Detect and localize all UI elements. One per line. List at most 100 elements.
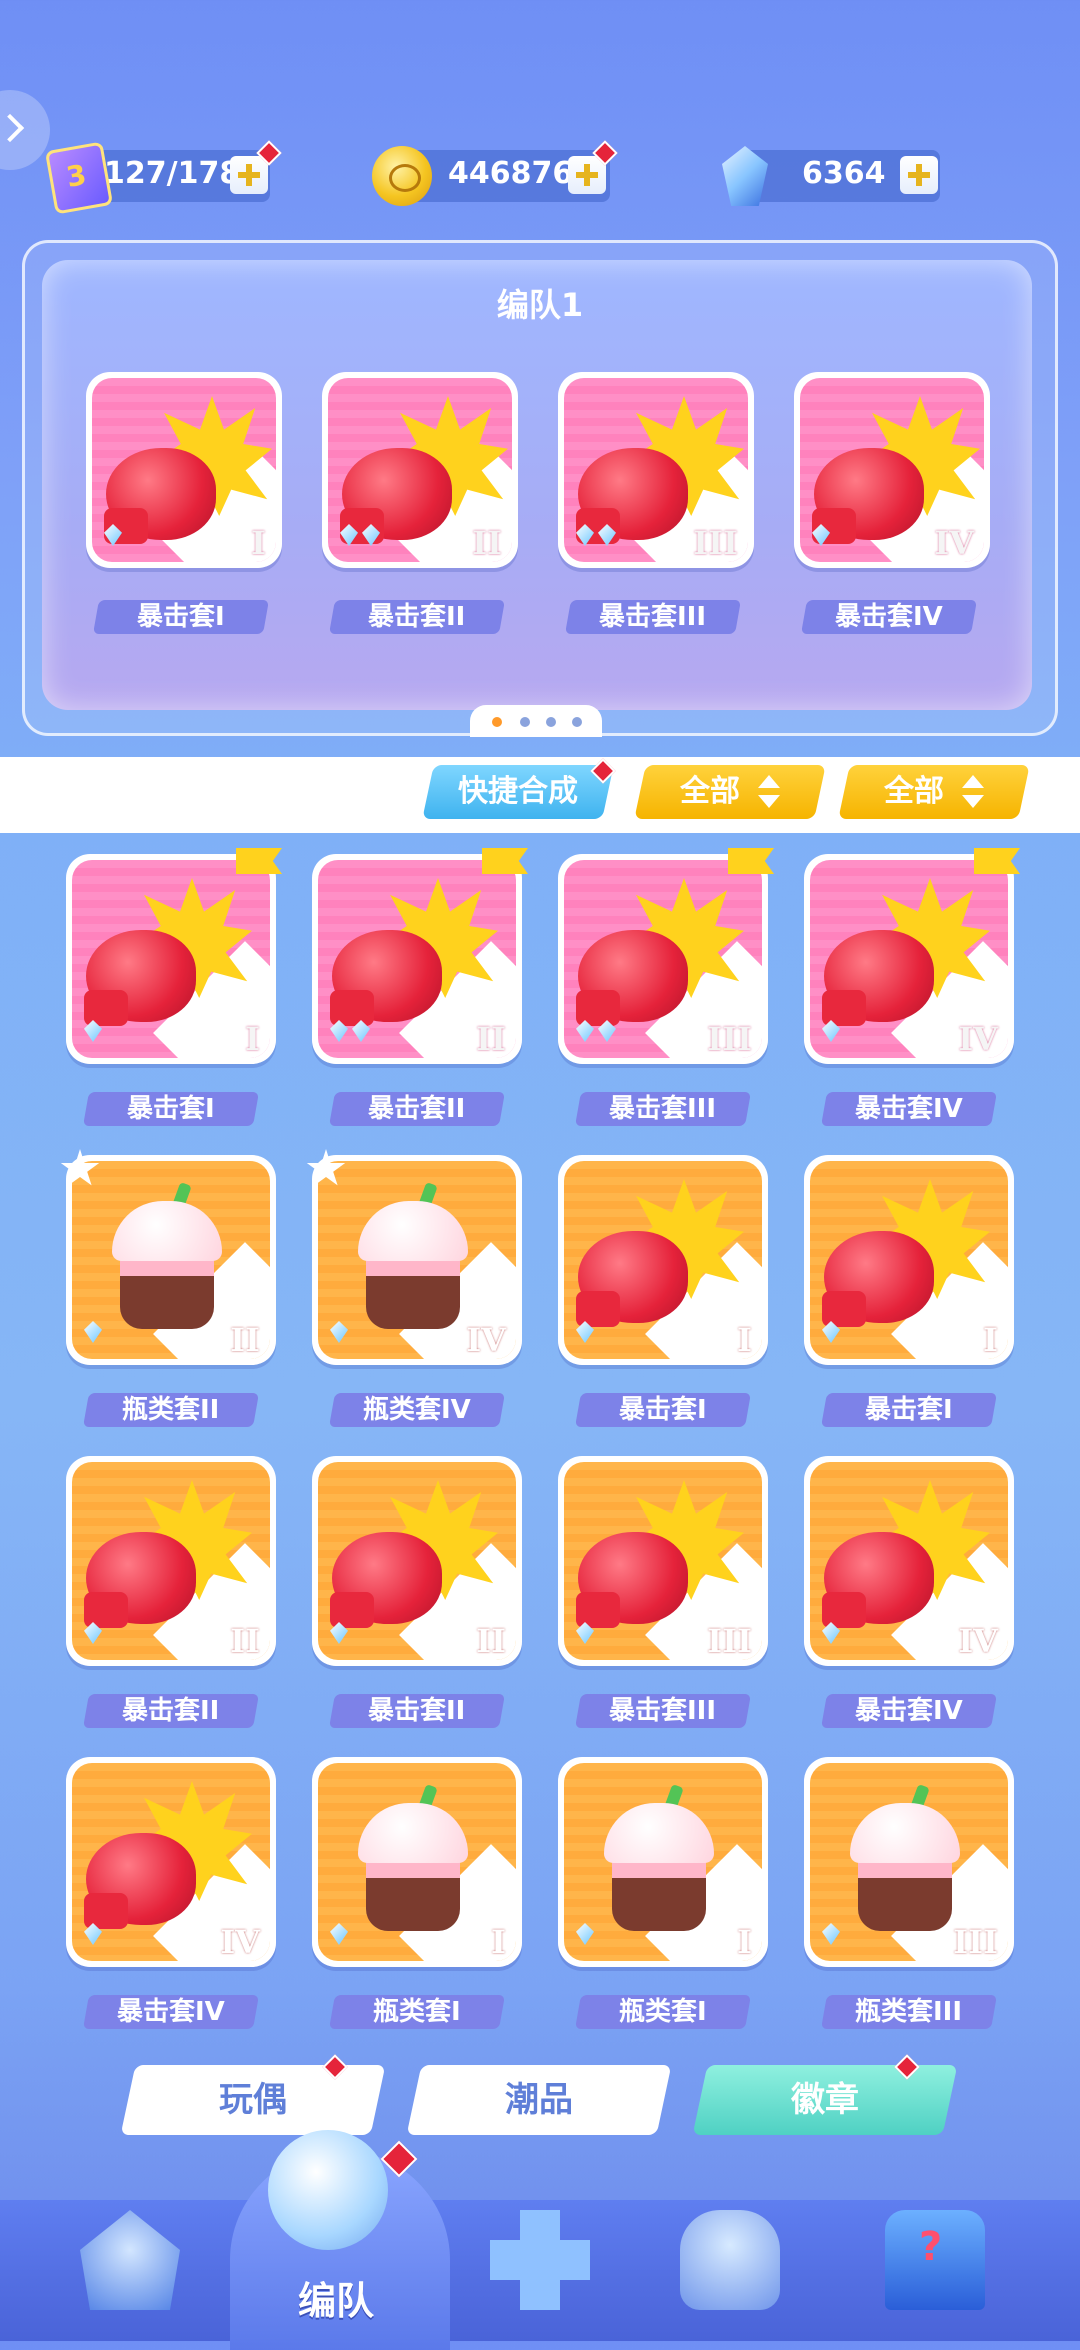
page-dot-4[interactable] xyxy=(572,717,582,727)
boxing-glove-icon xyxy=(822,1231,934,1327)
filter-2-label: 全部 xyxy=(884,774,944,809)
gold-value: 446876 xyxy=(448,156,574,191)
page-dot-2[interactable] xyxy=(520,717,530,727)
inventory-item-card[interactable]: IV xyxy=(66,1757,276,1967)
tier-numeral: IV xyxy=(220,1923,260,1961)
item-label-text: 暴击套III xyxy=(599,602,707,632)
stamina-ticket-icon: 3 xyxy=(44,141,114,215)
team-slot-card[interactable]: II xyxy=(322,372,518,568)
item-label: 暴击套III xyxy=(575,1092,751,1126)
tab-trendy[interactable]: 潮品 xyxy=(406,2065,672,2135)
tier-numeral: I xyxy=(251,524,266,562)
tier-numeral: II xyxy=(230,1321,260,1359)
filter-select-1[interactable]: 全部 xyxy=(634,765,826,819)
gem-icon xyxy=(576,1923,594,1945)
item-label: 暴击套IV xyxy=(83,1995,259,2029)
boxing-glove-icon xyxy=(822,1532,934,1628)
gem-icon xyxy=(84,1321,102,1343)
inventory-item-card[interactable]: III xyxy=(558,1456,768,1666)
inventory-item-card[interactable]: II xyxy=(66,1456,276,1666)
boxing-glove-icon xyxy=(340,448,452,544)
item-label: 暴击套I xyxy=(821,1393,997,1427)
inventory-item-card[interactable]: II xyxy=(312,848,528,1064)
card-background xyxy=(810,1161,1008,1359)
inventory-item-card[interactable]: IV xyxy=(306,1149,522,1365)
item-label-text: 暴击套II xyxy=(368,1696,466,1726)
page-dot-3[interactable] xyxy=(546,717,556,727)
item-label: 暴击套I xyxy=(83,1092,259,1126)
item-label: 暴击套III xyxy=(575,1694,751,1728)
gold-coin-icon xyxy=(372,146,432,206)
gem-icon xyxy=(330,1923,348,1945)
gem-icon xyxy=(822,1923,840,1945)
team-slot-card[interactable]: III xyxy=(558,372,754,568)
item-label-text: 瓶类套IV xyxy=(363,1395,471,1425)
whistle-icon[interactable] xyxy=(268,2130,388,2250)
inventory-item-card[interactable]: I xyxy=(558,1155,768,1365)
card-background xyxy=(318,1763,516,1961)
nav-team-label[interactable]: 编队 xyxy=(298,2270,374,2325)
add-stamina-button[interactable] xyxy=(230,156,268,194)
team-slot-card[interactable]: IV xyxy=(794,372,990,568)
item-label: 暴击套IV xyxy=(801,600,977,634)
quick-synthesis-button[interactable]: 快捷合成 xyxy=(422,765,614,819)
inventory-item-card[interactable]: IV xyxy=(804,1456,1014,1666)
item-label: 瓶类套I xyxy=(575,1995,751,2029)
boxing-glove-icon xyxy=(812,448,924,544)
item-label: 瓶类套III xyxy=(821,1995,997,2029)
item-label-text: 瓶类套II xyxy=(122,1395,220,1425)
trophy-icon[interactable] xyxy=(680,2210,780,2310)
item-label-text: 暴击套II xyxy=(368,1094,466,1124)
inventory-item-card[interactable]: II xyxy=(312,1456,522,1666)
inventory-item-card[interactable]: I xyxy=(312,1757,522,1967)
card-background xyxy=(72,860,270,1058)
tab-trendy-label: 潮品 xyxy=(505,2080,573,2120)
card-background xyxy=(564,1763,762,1961)
back-button[interactable] xyxy=(0,90,50,170)
item-label: 瓶类套II xyxy=(83,1393,259,1427)
gacha-machine-icon[interactable]: ? xyxy=(885,2210,985,2310)
filter-select-2[interactable]: 全部 xyxy=(838,765,1030,819)
tier-numeral: III xyxy=(707,1622,752,1660)
item-label: 暴击套II xyxy=(329,1694,505,1728)
inventory-item-card[interactable]: III xyxy=(804,1757,1014,1967)
boxing-glove-icon xyxy=(576,1231,688,1327)
tab-badges[interactable]: 徽章 xyxy=(692,2065,958,2135)
equipped-flag-icon xyxy=(236,848,282,874)
item-label-text: 暴击套IV xyxy=(117,1997,225,2027)
inventory-item-card[interactable]: IV xyxy=(804,848,1020,1064)
tier-numeral: IV xyxy=(958,1622,998,1660)
item-label: 瓶类套I xyxy=(329,1995,505,2029)
item-label: 暴击套I xyxy=(93,600,269,634)
add-gem-button[interactable] xyxy=(900,156,938,194)
team-slot-card[interactable]: I xyxy=(86,372,282,568)
card-background xyxy=(92,378,276,562)
tab-dolls[interactable]: 玩偶 xyxy=(120,2065,386,2135)
inventory-item-card[interactable]: I xyxy=(66,848,282,1064)
inventory-item-card[interactable]: I xyxy=(558,1757,768,1967)
tier-numeral: I xyxy=(245,1020,260,1058)
question-mark: ? xyxy=(919,2224,943,2270)
quick-synthesis-label: 快捷合成 xyxy=(458,774,578,809)
boxing-glove-icon xyxy=(576,930,688,1026)
inventory-item-card[interactable]: III xyxy=(558,848,774,1064)
item-label-text: 暴击套I xyxy=(127,1094,215,1124)
item-label: 暴击套IV xyxy=(821,1092,997,1126)
milk-tea-cup-icon xyxy=(112,1182,222,1331)
inventory-item-card[interactable]: I xyxy=(804,1155,1014,1365)
ticket-badge: 3 xyxy=(63,157,89,194)
item-label: 瓶类套IV xyxy=(329,1393,505,1427)
item-label-text: 暴击套I xyxy=(619,1395,707,1425)
sort-arrows-icon xyxy=(758,775,780,809)
tier-numeral: I xyxy=(983,1321,998,1359)
tab-badges-label: 徽章 xyxy=(791,2080,859,2120)
item-label: 暴击套II xyxy=(329,600,505,634)
tier-numeral: IV xyxy=(934,524,974,562)
boxing-glove-icon xyxy=(84,930,196,1026)
item-label-text: 暴击套II xyxy=(368,602,466,632)
tier-numeral: II xyxy=(476,1622,506,1660)
inventory-item-card[interactable]: II xyxy=(60,1149,276,1365)
tier-numeral: II xyxy=(472,524,502,562)
page-dot-1[interactable] xyxy=(492,717,502,727)
boxing-glove-icon xyxy=(84,1532,196,1628)
